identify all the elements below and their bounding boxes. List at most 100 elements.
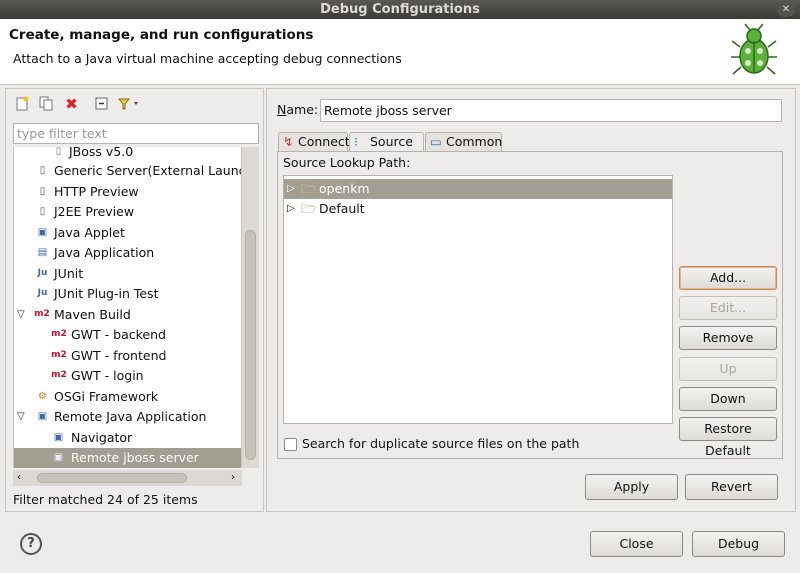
tab-connect[interactable]: ↯ Connect xyxy=(278,132,350,152)
debug-button[interactable]: Debug xyxy=(692,531,785,557)
scroll-left-icon[interactable]: ‹ xyxy=(17,470,21,486)
maven-icon: m2 xyxy=(51,350,67,360)
expand-arrow-icon[interactable]: ▷ xyxy=(287,179,295,199)
source-lookup-label: Source Lookup Path: xyxy=(283,155,411,170)
java-app-icon: ▤ xyxy=(37,247,48,258)
tree-item-junit[interactable]: Ju JUnit xyxy=(14,264,241,284)
add-button[interactable]: Add... xyxy=(679,266,777,290)
tree-item-label: Navigator xyxy=(71,430,133,445)
tree-item-http-preview[interactable]: ▯ HTTP Preview xyxy=(14,182,241,202)
header-subtitle: Attach to a Java virtual machine accepti… xyxy=(13,51,402,66)
tree-item-label: JBoss v5.0 xyxy=(69,147,134,159)
tree-item-label: HTTP Preview xyxy=(54,184,139,199)
tree-item-label: JUnit Plug-in Test xyxy=(54,286,159,301)
tab-label: Source xyxy=(370,134,413,149)
tree-item-gwt-login[interactable]: m2 GWT - login xyxy=(14,366,241,386)
source-icon: ⁝ xyxy=(354,134,358,149)
remote-java-icon: ▣ xyxy=(53,432,64,443)
server-icon: ▯ xyxy=(39,206,46,217)
tree-item-label: OSGi Framework xyxy=(54,389,159,404)
debug-bug-icon xyxy=(731,23,777,75)
source-item-default[interactable]: ▷ 🗁 Default xyxy=(284,199,672,219)
junit-plugin-icon: Ju xyxy=(37,288,48,298)
tree-item-osgi[interactable]: ⚙ OSGi Framework xyxy=(14,387,241,407)
tree-item-label: GWT - frontend xyxy=(71,348,167,363)
search-duplicates-checkbox[interactable] xyxy=(284,438,297,451)
tree-vertical-scrollbar[interactable] xyxy=(241,147,259,468)
edit-button[interactable]: Edit... xyxy=(679,296,777,320)
new-configuration-icon[interactable] xyxy=(14,96,31,113)
scroll-right-icon[interactable]: › xyxy=(231,470,235,486)
expand-arrow-icon[interactable]: ▷ xyxy=(287,199,295,219)
junit-icon: Ju xyxy=(37,268,48,278)
expand-arrow-icon[interactable]: ▽ xyxy=(17,407,27,427)
tab-label: Common xyxy=(446,134,503,149)
search-duplicates-label: Search for duplicate source files on the… xyxy=(302,436,580,451)
source-lookup-list: ▷ 🗁 openkm ▷ 🗁 Default xyxy=(283,175,673,424)
tree-item-maven-build[interactable]: ▽ m2 Maven Build xyxy=(14,305,241,325)
connect-icon: ↯ xyxy=(283,134,294,149)
folder-icon: 🗁 xyxy=(301,201,317,216)
tree-item-j2ee-preview[interactable]: ▯ J2EE Preview xyxy=(14,202,241,222)
tab-common[interactable]: ▭ Common xyxy=(425,132,502,152)
source-item-openkm[interactable]: ▷ 🗁 openkm xyxy=(284,179,672,199)
source-item-label: openkm xyxy=(319,181,370,196)
tree-item-generic-server[interactable]: ▯ Generic Server(External Launch) xyxy=(14,161,241,181)
tree-item-gwt-frontend[interactable]: m2 GWT - frontend xyxy=(14,346,241,366)
filter-status: Filter matched 24 of 25 items xyxy=(13,492,198,507)
revert-button[interactable]: Revert xyxy=(685,474,778,500)
tree-horizontal-scrollbar[interactable]: ‹ › xyxy=(13,470,242,486)
server-icon: ▯ xyxy=(39,165,46,176)
restore-default-button[interactable]: Restore Default xyxy=(679,417,777,458)
delete-configuration-icon[interactable]: ✖ xyxy=(63,96,80,113)
close-button[interactable]: Close xyxy=(590,531,683,557)
server-icon: ▯ xyxy=(39,186,46,197)
name-field[interactable]: Remote jboss server xyxy=(320,99,782,122)
tab-source[interactable]: ⁝ Source xyxy=(349,132,424,153)
tree-item-label: Remote jboss server xyxy=(71,450,199,465)
tree-item-label: GWT - login xyxy=(71,368,144,383)
tree-item-java-applet[interactable]: ▣ Java Applet xyxy=(14,223,241,243)
tab-label: Connect xyxy=(298,134,350,149)
duplicate-configuration-icon[interactable] xyxy=(38,96,55,113)
filter-dropdown-icon[interactable] xyxy=(117,96,143,113)
help-icon[interactable]: ? xyxy=(20,533,42,555)
common-icon: ▭ xyxy=(430,134,442,149)
tree-item-label: Remote Java Application xyxy=(54,409,207,424)
dialog-header: Create, manage, and run configurations A… xyxy=(0,19,800,85)
down-button[interactable]: Down xyxy=(679,387,777,411)
tree-item-label: GWT - backend xyxy=(71,327,166,342)
remove-button[interactable]: Remove xyxy=(679,326,777,350)
tree-item-gwt-backend[interactable]: m2 GWT - backend xyxy=(14,325,241,345)
collapse-all-icon[interactable] xyxy=(93,96,110,113)
tree-item-label: Java Application xyxy=(54,245,155,260)
expand-arrow-icon[interactable]: ▽ xyxy=(17,305,27,325)
configuration-list-panel: ✖ type filter text ▯ JBoss v5.0 ▯ Generi… xyxy=(5,88,264,512)
tree-item-java-application[interactable]: ▤ Java Application xyxy=(14,243,241,263)
remote-java-icon: ▣ xyxy=(37,411,48,422)
up-button[interactable]: Up xyxy=(679,357,777,381)
tree-item-remote-java[interactable]: ▽ ▣ Remote Java Application xyxy=(14,407,241,427)
configuration-editor-panel: Name: Remote jboss server ↯ Connect ⁝ So… xyxy=(266,88,796,512)
header-title: Create, manage, and run configurations xyxy=(9,27,314,43)
window-close-button[interactable]: ✕ xyxy=(777,2,795,17)
tree-item-navigator[interactable]: ▣ Navigator xyxy=(14,428,241,448)
server-icon: ▯ xyxy=(55,147,62,157)
tree-item-junit-plugin[interactable]: Ju JUnit Plug-in Test xyxy=(14,284,241,304)
name-label: Name: xyxy=(277,102,319,117)
osgi-icon: ⚙ xyxy=(38,391,47,402)
scrollbar-thumb[interactable] xyxy=(245,230,256,460)
tree-item-jboss[interactable]: ▯ JBoss v5.0 xyxy=(14,147,241,162)
maven-icon: m2 xyxy=(51,370,67,380)
apply-button[interactable]: Apply xyxy=(585,474,678,500)
tree-item-remote-jboss[interactable]: ▣ Remote jboss server xyxy=(14,448,241,468)
scrollbar-thumb[interactable] xyxy=(37,473,187,483)
source-item-label: Default xyxy=(319,201,365,216)
source-tab-content: Source Lookup Path: ▷ 🗁 openkm ▷ 🗁 Defau… xyxy=(277,151,783,459)
project-folder-icon: 🗁 xyxy=(301,181,317,196)
tree-item-label: Java Applet xyxy=(54,225,125,240)
applet-icon: ▣ xyxy=(37,227,48,238)
window-title: Debug Configurations xyxy=(320,2,480,17)
tree-item-label: Generic Server(External Launch) xyxy=(54,163,241,178)
filter-input[interactable]: type filter text xyxy=(13,123,259,144)
